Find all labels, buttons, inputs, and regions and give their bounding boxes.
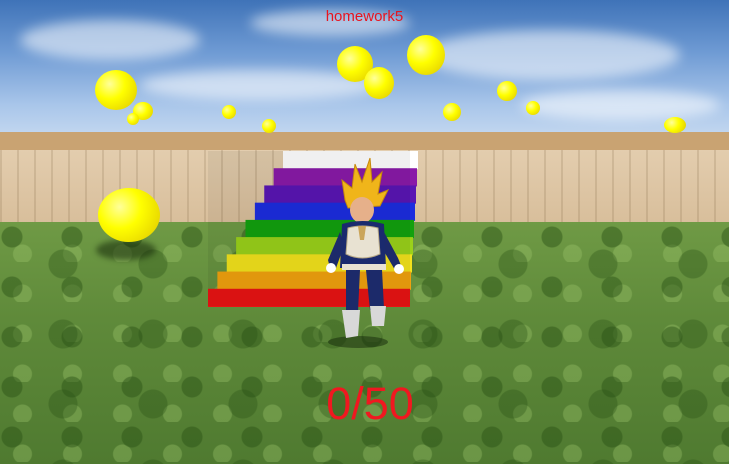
coin <box>664 117 686 133</box>
game-title: homework5 <box>325 8 404 25</box>
coin-counter: 0/50 <box>326 378 414 429</box>
coin <box>98 188 160 242</box>
coin <box>222 105 236 119</box>
coin <box>443 103 461 121</box>
coin <box>262 119 276 133</box>
coin <box>364 67 394 99</box>
coin <box>407 35 445 75</box>
coin <box>127 113 139 125</box>
game-viewport[interactable]: homework5 0/50 <box>0 0 729 464</box>
coin <box>497 81 517 101</box>
coin-shadow <box>96 240 156 260</box>
coin <box>526 101 540 115</box>
player-character[interactable] <box>300 150 430 350</box>
coin <box>95 70 137 110</box>
